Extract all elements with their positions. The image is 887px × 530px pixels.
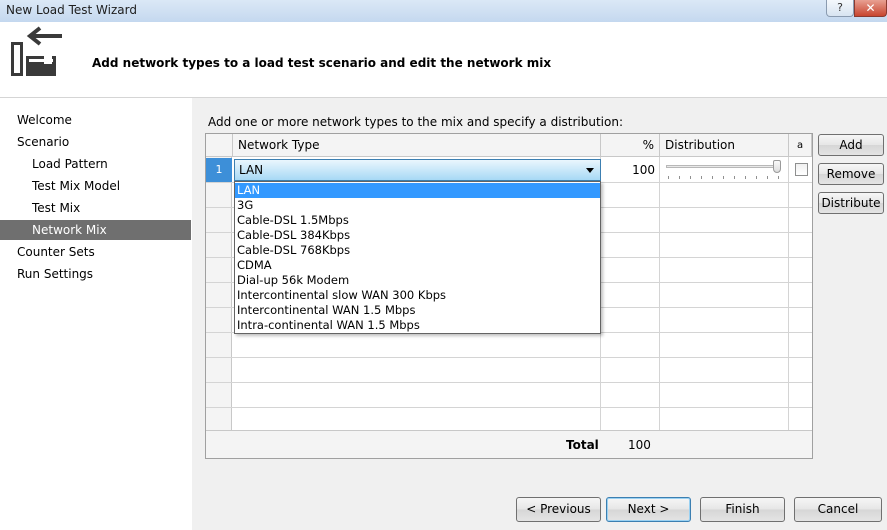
next-button[interactable]: Next > xyxy=(606,497,691,522)
nav-item-run-settings[interactable]: Run Settings xyxy=(0,264,191,284)
slider-ticks xyxy=(668,176,780,179)
column-header-network-type[interactable]: Network Type xyxy=(233,134,601,157)
instruction-text: Add one or more network types to the mix… xyxy=(208,115,624,129)
wizard-header: Add network types to a load test scenari… xyxy=(0,22,887,98)
window-title: New Load Test Wizard xyxy=(6,3,137,17)
slider-track xyxy=(666,165,781,168)
chevron-down-icon[interactable] xyxy=(586,168,594,173)
dropdown-option[interactable]: Cable-DSL 384Kbps xyxy=(235,228,600,243)
nav-item-test-mix-model[interactable]: Test Mix Model xyxy=(0,176,191,196)
remove-button[interactable]: Remove xyxy=(818,163,884,185)
dropdown-option[interactable]: LAN xyxy=(235,183,600,198)
nav-item-welcome[interactable]: Welcome xyxy=(0,110,191,130)
dropdown-option[interactable]: Intercontinental slow WAN 300 Kbps xyxy=(235,288,600,303)
row-header-column xyxy=(206,157,232,430)
dropdown-option[interactable]: Cable-DSL 768Kbps xyxy=(235,243,600,258)
wizard-icon xyxy=(11,26,62,76)
distribution-slider[interactable] xyxy=(666,160,783,180)
column-header-lock[interactable]: a xyxy=(789,134,812,157)
nav-item-test-mix[interactable]: Test Mix xyxy=(0,198,191,218)
total-row: Total 100 xyxy=(206,430,812,458)
grid-line xyxy=(206,382,812,383)
column-header-distribution[interactable]: Distribution xyxy=(660,134,789,157)
dropdown-option[interactable]: Dial-up 56k Modem xyxy=(235,273,600,288)
dropdown-option[interactable]: CDMA xyxy=(235,258,600,273)
wizard-nav: Welcome Scenario Load Pattern Test Mix M… xyxy=(0,98,192,530)
network-type-dropdown-list: LAN 3G Cable-DSL 1.5Mbps Cable-DSL 384Kb… xyxy=(234,181,601,334)
previous-button[interactable]: < Previous xyxy=(516,497,601,522)
distribute-button[interactable]: Distribute xyxy=(818,192,884,214)
grid-line xyxy=(206,357,812,358)
lock-checkbox[interactable] xyxy=(795,163,808,176)
dropdown-option[interactable]: 3G xyxy=(235,198,600,213)
help-button[interactable]: ? xyxy=(826,0,854,17)
combobox-value: LAN xyxy=(239,163,264,177)
percent-cell[interactable]: 100 xyxy=(601,159,659,181)
nav-item-network-mix[interactable]: Network Mix xyxy=(0,220,191,240)
nav-item-scenario[interactable]: Scenario xyxy=(0,132,191,152)
page-title: Add network types to a load test scenari… xyxy=(92,56,552,70)
row-number[interactable]: 1 xyxy=(206,158,232,182)
grid-corner-header xyxy=(206,134,233,157)
dropdown-option[interactable]: Intra-continental WAN 1.5 Mbps xyxy=(235,318,600,333)
add-button[interactable]: Add xyxy=(818,134,884,156)
dropdown-option[interactable]: Cable-DSL 1.5Mbps xyxy=(235,213,600,228)
content-pane: Add one or more network types to the mix… xyxy=(192,98,887,530)
nav-item-load-pattern[interactable]: Load Pattern xyxy=(0,154,191,174)
nav-item-counter-sets[interactable]: Counter Sets xyxy=(0,242,191,262)
network-mix-grid: Network Type % Distribution a 1 100 LAN xyxy=(205,133,813,459)
finish-button[interactable]: Finish xyxy=(700,497,785,522)
grid-line xyxy=(788,157,789,430)
total-value: 100 xyxy=(628,438,651,452)
title-bar: New Load Test Wizard ? ✕ xyxy=(0,0,887,22)
dropdown-option[interactable]: Intercontinental WAN 1.5 Mbps xyxy=(235,303,600,318)
cancel-button[interactable]: Cancel xyxy=(794,497,882,522)
total-label: Total xyxy=(566,438,599,452)
close-button[interactable]: ✕ xyxy=(854,0,887,17)
column-header-percent[interactable]: % xyxy=(601,134,660,157)
slider-thumb[interactable] xyxy=(773,160,781,173)
grid-line xyxy=(206,407,812,408)
network-type-combobox[interactable]: LAN xyxy=(234,159,601,181)
